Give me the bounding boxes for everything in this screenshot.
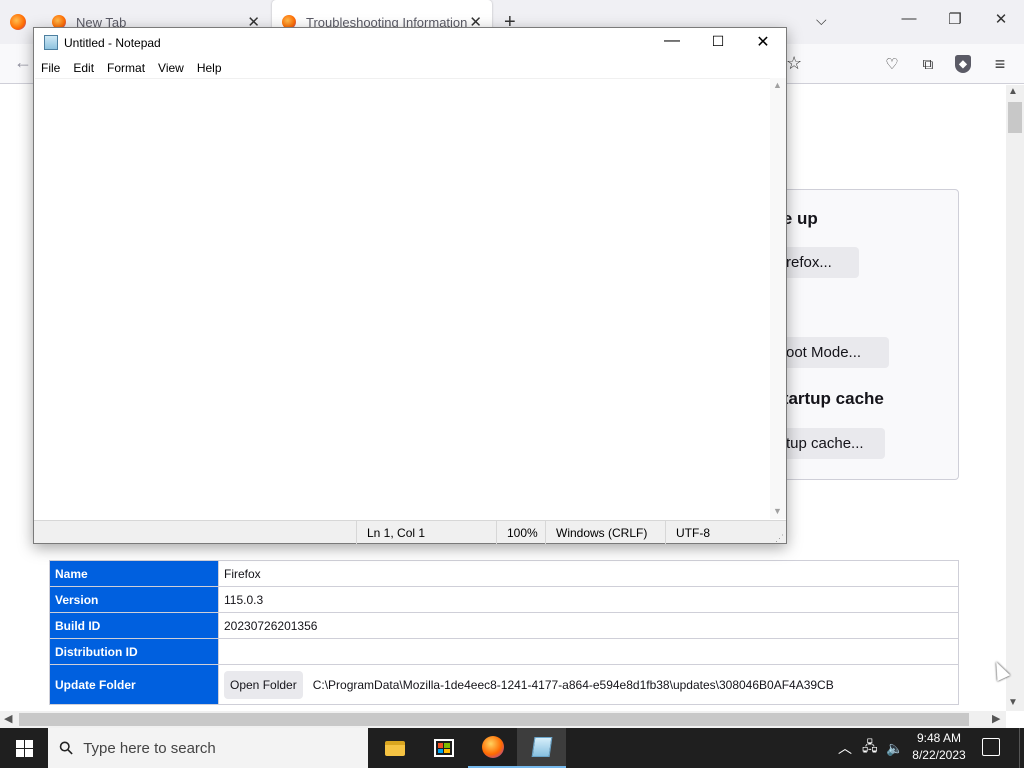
table-row: Version 115.0.3 [49,586,959,613]
horizontal-scroll-thumb[interactable] [19,713,969,726]
list-all-tabs-chevron-icon[interactable]: ⌵ [816,12,827,29]
table-row: Name Firefox [49,560,959,587]
notepad-icon [44,35,58,50]
encoding: UTF-8 [665,521,786,544]
menu-file[interactable]: File [41,61,60,75]
notepad-text-area[interactable] [35,78,770,519]
system-clock[interactable]: 9:48 AM 8/22/2023 [908,730,970,764]
taskbar-notepad[interactable] [517,728,566,768]
pocket-icon[interactable]: ♡ [883,55,901,73]
ublock-shield-icon[interactable]: ◆ [955,55,971,73]
minimize-button[interactable]: — [649,32,695,50]
vertical-scroll-thumb[interactable] [1008,102,1022,133]
search-icon: ⚲ [54,735,78,760]
row-value: 115.0.3 [218,586,959,613]
notepad-vertical-scrollbar[interactable] [770,78,786,519]
firefox-logo-icon[interactable] [10,14,26,30]
row-value-cell: Open Folder C:\ProgramData\Mozilla-1de4ee… [218,664,959,705]
firefox-close-button[interactable]: ✕ [978,10,1024,28]
notification-center-icon[interactable] [982,738,1000,756]
search-placeholder: Type here to search [83,739,216,757]
table-row: Distribution ID [49,638,959,665]
notepad-window: Untitled - Notepad — ☐ ✕ File Edit Forma… [33,27,787,544]
open-folder-button[interactable]: Open Folder [224,670,303,699]
maximize-button[interactable]: ☐ [695,33,741,50]
notepad-menu-bar: File Edit Format View Help [34,58,786,78]
row-key: Name [49,560,219,587]
scroll-down-arrow-icon[interactable]: ▼ [1008,697,1018,708]
store-bag-icon [433,739,454,757]
table-row: Build ID 20230726201356 [49,612,959,639]
volume-icon[interactable]: 🔈 [886,728,903,768]
zoom-level: 100% [496,521,545,544]
firefox-minimize-button[interactable]: — [886,10,932,27]
windows-logo-icon [15,739,33,757]
taskbar-search-box[interactable]: ⚲ Type here to search [48,728,368,768]
scroll-up-arrow-icon[interactable]: ▲ [1008,86,1018,97]
start-button[interactable] [0,728,48,768]
extensions-puzzle-icon[interactable]: ⧉ [919,55,937,73]
update-folder-path: C:\ProgramData\Mozilla-1de4eec8-1241-417… [312,677,834,692]
menu-edit[interactable]: Edit [73,61,94,75]
scroll-down-arrow-icon[interactable]: ▼ [773,506,782,516]
row-value [218,638,959,665]
line-ending: Windows (CRLF) [545,521,665,544]
bookmark-star-icon[interactable]: ☆ [786,53,802,74]
row-key: Update Folder [49,664,219,705]
row-value: Firefox [218,560,959,587]
row-key: Build ID [49,612,219,639]
menu-format[interactable]: Format [107,61,145,75]
taskbar-file-explorer[interactable] [370,728,419,768]
application-basics-table: Name Firefox Version 115.0.3 Build ID 20… [49,560,959,705]
back-arrow-icon[interactable]: ← [14,52,32,73]
window-title: Untitled - Notepad [64,36,161,50]
notepad-status-bar: Ln 1, Col 1 100% Windows (CRLF) UTF-8 [34,520,786,544]
firefox-icon [481,736,504,758]
page-vertical-scrollbar[interactable] [1006,85,1024,711]
scroll-up-arrow-icon[interactable]: ▲ [773,80,782,90]
cursor-position: Ln 1, Col 1 [356,521,496,544]
clock-time: 9:48 AM [916,731,962,745]
taskbar-firefox[interactable] [468,728,517,768]
resize-grip-icon[interactable]: ⋰ [775,533,784,544]
hamburger-menu-icon[interactable]: ≡ [991,54,1009,74]
notepad-icon [531,737,552,757]
firefox-restore-button[interactable]: ❐ [932,10,978,28]
menu-view[interactable]: View [158,61,184,75]
show-desktop-button[interactable] [1019,728,1024,768]
show-hidden-icons-chevron-icon[interactable]: ︿ [838,728,852,768]
row-key: Version [49,586,219,613]
table-row: Update Folder Open Folder C:\ProgramData\… [49,664,959,705]
network-icon[interactable]: 🖧 [862,728,878,768]
scroll-right-arrow-icon[interactable]: ▶ [992,712,1000,725]
scroll-left-arrow-icon[interactable]: ◀ [4,712,12,725]
taskbar-microsoft-store[interactable] [419,728,468,768]
folder-icon [384,740,405,756]
close-button[interactable]: ✕ [740,32,786,52]
row-value: 20230726201356 [218,612,959,639]
row-key: Distribution ID [49,638,219,665]
menu-help[interactable]: Help [197,61,222,75]
clock-date: 8/22/2023 [912,748,966,762]
